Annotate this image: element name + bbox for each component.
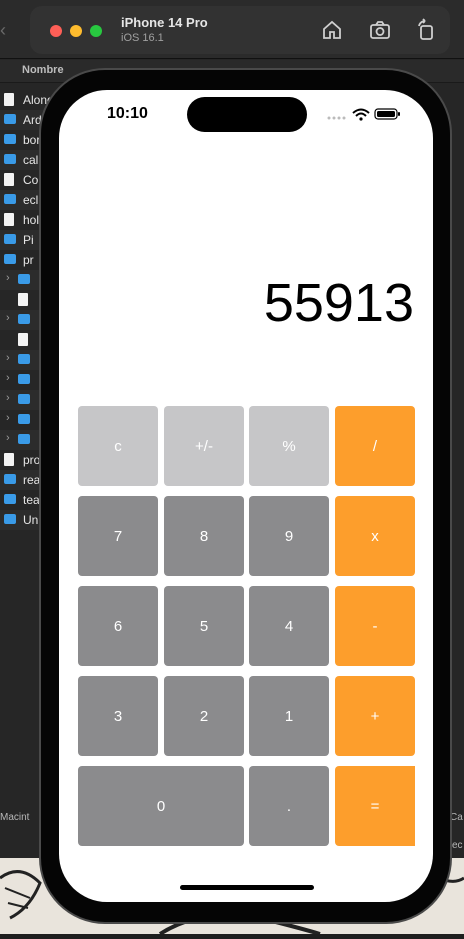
folder-icon	[18, 434, 30, 444]
file-icon	[18, 293, 28, 306]
battery-icon	[374, 108, 400, 120]
digit-0-button[interactable]: 0	[78, 766, 244, 846]
file-list-item-label: rea	[23, 473, 41, 487]
dynamic-island	[187, 97, 307, 132]
simulator-device-name: iPhone 14 Pro	[121, 15, 208, 30]
equals-button[interactable]: =	[335, 766, 415, 846]
disclosure-chevron-icon[interactable]: ›	[6, 352, 10, 364]
status-time: 10:10	[107, 105, 148, 122]
close-window-button[interactable]	[50, 25, 62, 37]
disclosure-chevron-icon[interactable]: ›	[6, 392, 10, 404]
folder-icon	[4, 234, 16, 244]
file-icon	[4, 173, 14, 186]
path-bar-right-secondary: ec	[452, 840, 463, 851]
folder-icon	[18, 414, 30, 424]
file-list-item-label: Uni	[23, 513, 42, 527]
folder-icon	[18, 374, 30, 384]
disclosure-chevron-icon[interactable]: ›	[6, 372, 10, 384]
file-list-item-label: hol	[23, 213, 40, 227]
simulator-title-bar: iPhone 14 Pro iOS 16.1	[30, 6, 450, 54]
folder-icon	[4, 474, 16, 484]
signal-icon	[327, 116, 346, 120]
percent-button[interactable]: %	[249, 406, 329, 486]
file-list-item-label: Ard	[23, 113, 42, 127]
plus-button[interactable]: +	[335, 676, 415, 756]
window-toolbar: ‹ iPhone 14 Pro iOS 16.1	[0, 0, 464, 59]
digit-4-button[interactable]: 4	[249, 586, 329, 666]
file-list-item-label: ecl	[23, 193, 39, 207]
digit-9-button[interactable]: 9	[249, 496, 329, 576]
home-icon[interactable]	[320, 18, 344, 42]
iphone-frame: 10:10 55913 c +/- % / 7 8 9 x 6 5 4 - 3 …	[41, 70, 450, 922]
folder-icon	[18, 314, 30, 324]
sign-toggle-button[interactable]: +/-	[164, 406, 244, 486]
folder-icon	[18, 394, 30, 404]
status-icons	[327, 107, 407, 121]
folder-icon	[4, 494, 16, 504]
rotate-icon[interactable]	[414, 18, 438, 42]
multiply-button[interactable]: x	[335, 496, 415, 576]
phone-screen: 10:10 55913 c +/- % / 7 8 9 x 6 5 4 - 3 …	[59, 90, 433, 902]
digit-1-button[interactable]: 1	[249, 676, 329, 756]
disclosure-chevron-icon[interactable]: ›	[6, 312, 10, 324]
digit-3-button[interactable]: 3	[78, 676, 158, 756]
file-list-item-label: cal	[23, 153, 39, 167]
digit-7-button[interactable]: 7	[78, 496, 158, 576]
file-icon	[4, 93, 14, 106]
file-list-item-label: tea	[23, 493, 40, 507]
folder-icon	[4, 154, 16, 164]
path-bar-left: Macint	[0, 812, 30, 823]
file-list-item-label: pr	[23, 253, 34, 267]
file-list-item-label: pro	[23, 453, 41, 467]
column-header-label: Nombre	[22, 64, 64, 76]
zoom-window-button[interactable]	[90, 25, 102, 37]
file-icon	[18, 333, 28, 346]
decimal-button[interactable]: .	[249, 766, 329, 846]
home-indicator[interactable]	[180, 885, 314, 890]
folder-icon	[4, 194, 16, 204]
folder-icon	[18, 274, 30, 284]
simulator-os-version: iOS 16.1	[121, 32, 164, 44]
folder-icon	[18, 354, 30, 364]
back-chevron-icon[interactable]: ‹	[0, 20, 6, 41]
file-icon	[4, 213, 14, 226]
clear-button[interactable]: c	[78, 406, 158, 486]
digit-5-button[interactable]: 5	[164, 586, 244, 666]
disclosure-chevron-icon[interactable]: ›	[6, 432, 10, 444]
digit-2-button[interactable]: 2	[164, 676, 244, 756]
digit-8-button[interactable]: 8	[164, 496, 244, 576]
result-display: 55913	[263, 273, 414, 333]
wifi-icon	[352, 108, 370, 121]
file-icon	[4, 453, 14, 466]
file-list-item-label: bor	[23, 133, 41, 147]
folder-icon	[4, 134, 16, 144]
divide-button[interactable]: /	[335, 406, 415, 486]
folder-icon	[4, 254, 16, 264]
screenshot-icon[interactable]	[368, 18, 392, 42]
folder-icon	[4, 514, 16, 524]
file-list-item-label: Pi	[23, 233, 34, 247]
path-bar-right: Ca	[450, 812, 463, 823]
minimize-window-button[interactable]	[70, 25, 82, 37]
file-list-item-label: Co	[23, 173, 39, 187]
disclosure-chevron-icon[interactable]: ›	[6, 412, 10, 424]
digit-6-button[interactable]: 6	[78, 586, 158, 666]
folder-icon	[4, 114, 16, 124]
disclosure-chevron-icon[interactable]: ›	[6, 272, 10, 284]
minus-button[interactable]: -	[335, 586, 415, 666]
